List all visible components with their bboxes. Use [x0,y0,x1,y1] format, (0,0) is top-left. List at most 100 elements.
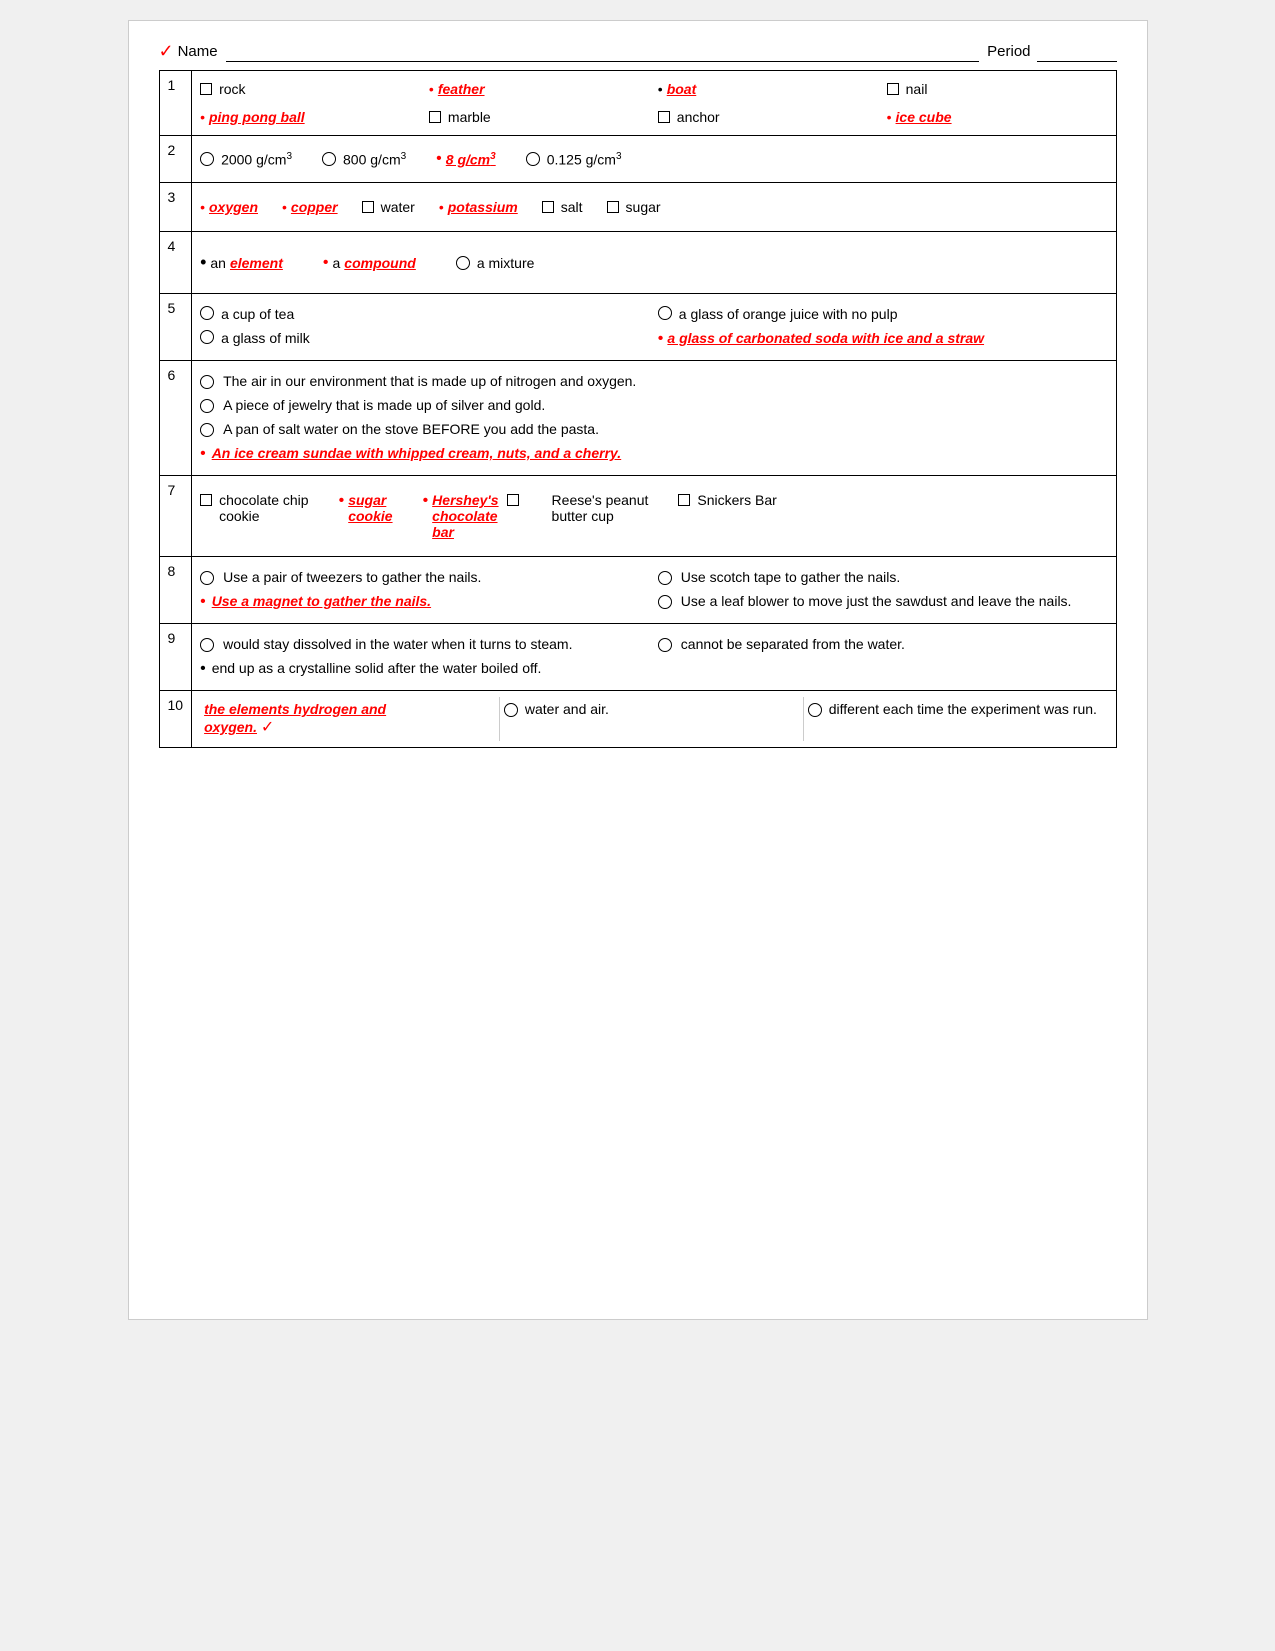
label-different: different each time the experiment was r… [829,701,1097,717]
label-oxygen: oxygen [209,199,258,215]
bullet-hersheys: • [423,492,429,510]
radio-0125[interactable] [526,152,540,166]
label-dissolved: would stay dissolved in the water when i… [223,636,572,652]
name-label: Name [178,43,218,60]
label-magnet: Use a magnet to gather the nails. [212,593,431,609]
row6-item-jewelry: A piece of jewelry that is made up of si… [200,397,1107,413]
row4-item-mixture: a mixture [456,255,535,271]
row5-item-oj: a glass of orange juice with no pulp [658,306,1108,322]
radio-scotch[interactable] [658,571,672,585]
bullet-soda: • [658,330,664,348]
label-scotch: Use scotch tape to gather the nails. [681,569,900,585]
name-line[interactable] [226,42,980,62]
row-number-2: 2 [159,136,192,183]
bullet-crystalline: • [200,660,206,678]
radio-milk[interactable] [200,330,214,344]
checkbox-water[interactable] [362,201,374,213]
radio-different[interactable] [808,703,822,717]
row10-item-different: different each time the experiment was r… [808,697,1108,741]
label-water: water [381,199,415,215]
row9-item-crystalline: • end up as a crystalline solid after th… [200,660,1107,678]
row8-item-magnet: • Use a magnet to gather the nails. [200,593,650,611]
label-hersheys: Hershey'schocolatebar [432,492,498,540]
header: ✓ Name Period [159,41,1117,62]
label-air: The air in our environment that is made … [223,373,636,389]
row2-item-2000: 2000 g/cm3 [200,151,292,168]
checkbox-anchor[interactable] [658,111,670,123]
row6-list: The air in our environment that is made … [200,367,1107,469]
row5-item-tea: a cup of tea [200,306,650,322]
row-number-9: 9 [159,624,192,691]
label-2000: 2000 g/cm3 [221,151,292,168]
row8-item-leafblower: Use a leaf blower to move just the sawdu… [658,593,1108,611]
row5-grid: a cup of tea a glass of orange juice wit… [200,300,1107,354]
row1-item-pingpong: • ping pong ball [200,105,421,129]
radio-tweezers[interactable] [200,571,214,585]
label-mixture: a mixture [477,255,535,271]
label-waterair: water and air. [525,701,609,717]
label-rock: rock [219,81,245,97]
radio-dissolved[interactable] [200,638,214,652]
row-1-content: rock • feather • boat nail [192,71,1116,136]
row3-item-copper: • copper [282,199,338,215]
checkbox-marble[interactable] [429,111,441,123]
label-crystalline: end up as a crystalline solid after the … [212,660,542,676]
table-row: 1 rock • feather • boat [159,71,1116,136]
checkbox-salt[interactable] [542,201,554,213]
checkbox-hersheys[interactable] [507,494,519,506]
row3-item-potassium: • potassium [439,199,518,215]
row5-item-soda: • a glass of carbonated soda with ice an… [658,330,1108,348]
radio-waterair[interactable] [504,703,518,717]
table-row: 7 chocolate chipcookie • sugarcookie • H… [159,476,1116,557]
label-copper: copper [291,199,338,215]
label-element: element [230,255,283,271]
checkbox-chocchip[interactable] [200,494,212,506]
row3-item-water: water [362,199,415,215]
checkmark-elements: ✓ [261,719,274,736]
radio-air[interactable] [200,375,214,389]
radio-mixture[interactable] [456,256,470,270]
bullet-boat: • [658,81,663,97]
period-line[interactable] [1037,42,1117,62]
row10-item-waterair: water and air. [504,697,804,741]
label-salt: salt [561,199,583,215]
row3-item-oxygen: • oxygen [200,199,258,215]
row1-item-anchor: anchor [658,105,879,129]
radio-800[interactable] [322,152,336,166]
radio-jewelry[interactable] [200,399,214,413]
row1-item-boat: • boat [658,77,879,101]
label-nail: nail [906,81,928,97]
checkbox-nail[interactable] [887,83,899,95]
label-reeses: Reese's peanutbutter cup [552,492,649,524]
checkbox-rock[interactable] [200,83,212,95]
row2-item-8: • 8 g/cm3 [436,150,496,168]
label-marble: marble [448,109,491,125]
label-jewelry: A piece of jewelry that is made up of si… [223,397,545,413]
radio-2000[interactable] [200,152,214,166]
row-9-content: would stay dissolved in the water when i… [192,624,1116,691]
row7-grid: chocolate chipcookie • sugarcookie • Her… [200,482,1107,550]
row3-item-salt: salt [542,199,583,215]
bullet-icecube: • [887,109,892,125]
bullet-potassium: • [439,199,444,215]
bullet-icecream: • [200,445,206,463]
row2-item-0125: 0.125 g/cm3 [526,151,622,168]
row-number-7: 7 [159,476,192,557]
label-8: 8 g/cm3 [446,151,496,168]
label-icecream: An ice cream sundae with whipped cream, … [212,445,622,461]
radio-oj[interactable] [658,306,672,320]
radio-separated[interactable] [658,638,672,652]
radio-tea[interactable] [200,306,214,320]
row-2-content: 2000 g/cm3 800 g/cm3 • 8 g/cm3 0.125 g/c… [192,136,1116,183]
bullet-sugarcookie: • [339,492,345,510]
label-0125: 0.125 g/cm3 [547,151,622,168]
radio-leafblower[interactable] [658,595,672,609]
checkbox-snickers[interactable] [678,494,690,506]
radio-saltwater[interactable] [200,423,214,437]
row10-grid: the elements hydrogen andoxygen. ✓ water… [200,697,1107,741]
period-label: Period [987,43,1030,60]
label-soda: a glass of carbonated soda with ice and … [667,330,984,346]
row8-item-tweezers: Use a pair of tweezers to gather the nai… [200,569,650,585]
row-7-content: chocolate chipcookie • sugarcookie • Her… [192,476,1116,557]
checkbox-sugar[interactable] [607,201,619,213]
